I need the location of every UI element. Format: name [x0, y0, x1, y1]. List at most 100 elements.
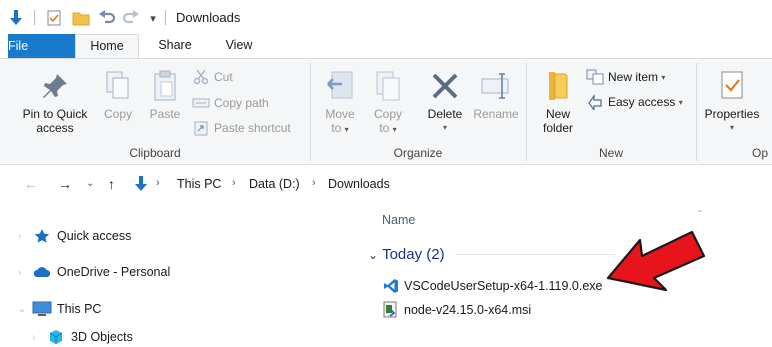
forward-arrow-icon[interactable]: → — [58, 176, 72, 192]
toolbar-separator — [34, 10, 35, 25]
ribbon: Pin to Quick access Copy Paste Cut Copy … — [0, 58, 772, 165]
new-item-button[interactable]: New item ▾ — [586, 69, 665, 85]
red-arrow-annotation — [606, 230, 706, 292]
window-title: Downloads — [176, 10, 241, 25]
expand-chevron-icon[interactable]: › — [18, 231, 32, 242]
group-collapse-icon[interactable]: ⌄ — [368, 248, 378, 262]
back-arrow-icon[interactable]: ← — [24, 176, 38, 192]
move-to-label-line1: Move — [325, 107, 355, 121]
cloud-icon — [32, 264, 52, 280]
copy-path-button[interactable]: Copy path — [192, 95, 269, 111]
easy-access-label: Easy access — [608, 95, 676, 109]
star-icon — [32, 228, 52, 244]
rename-button[interactable]: Rename — [470, 69, 522, 121]
address-bar: ← → ⌄ ↑ › This PC › Data (D:) › Download… — [0, 166, 772, 204]
move-to-caret-icon: ▾ — [344, 125, 349, 134]
new-folder-label-line1: New — [545, 107, 570, 121]
move-to-label-line2: to — [331, 121, 342, 135]
redo-icon[interactable] — [122, 9, 140, 27]
move-to-icon — [322, 69, 358, 103]
delete-label: Delete — [427, 107, 463, 121]
open-group-label: Op — [752, 146, 769, 160]
paste-label: Paste — [149, 107, 181, 121]
properties-icon — [714, 69, 750, 103]
new-item-caret-icon: ▾ — [661, 72, 666, 82]
up-arrow-icon[interactable]: ↑ — [108, 176, 115, 192]
breadcrumb-separator-icon[interactable]: › — [232, 177, 236, 189]
paste-icon — [147, 69, 183, 103]
file-name: VSCodeUserSetup-x64-1.119.0.exe — [404, 279, 603, 293]
tab-view[interactable]: View — [211, 34, 267, 58]
copy-path-icon — [192, 95, 210, 111]
nav-item-label: This PC — [57, 302, 102, 316]
collapse-chevron-icon[interactable]: ⌄ — [18, 304, 32, 315]
cut-button[interactable]: Cut — [192, 69, 233, 85]
breadcrumb-separator-icon[interactable]: › — [312, 177, 316, 189]
navigation-pane: › Quick access › OneDrive - Personal ⌄ T… — [0, 204, 360, 347]
paste-shortcut-button[interactable]: Paste shortcut — [192, 120, 291, 136]
breadcrumb-this-pc[interactable]: This PC — [177, 177, 221, 191]
pin-label-line1: Pin to Quick — [22, 107, 88, 121]
nav-item-onedrive[interactable]: › OneDrive - Personal — [18, 264, 170, 280]
downloads-location-icon — [134, 176, 148, 195]
pin-icon — [37, 69, 73, 103]
pin-to-quick-access-button[interactable]: Pin to Quick access — [14, 69, 96, 135]
move-to-button[interactable]: Move to ▾ — [318, 69, 362, 137]
breadcrumb-downloads[interactable]: Downloads — [328, 177, 390, 191]
delete-x-icon — [427, 69, 463, 103]
sort-caret-icon: ⌄ — [696, 204, 704, 214]
copy-to-label-line1: Copy — [373, 107, 402, 121]
nav-item-label: Quick access — [57, 229, 132, 243]
cut-label: Cut — [214, 70, 233, 84]
tab-home[interactable]: Home — [75, 34, 139, 59]
tab-share[interactable]: Share — [148, 34, 202, 58]
nav-item-label: OneDrive - Personal — [57, 265, 171, 279]
file-row[interactable]: VSCodeUserSetup-x64-1.119.0.exe — [382, 277, 603, 295]
scissors-icon — [192, 69, 210, 85]
nav-item-quick-access[interactable]: › Quick access — [18, 228, 131, 244]
customize-toolbar-icon[interactable]: ▾ — [147, 9, 159, 27]
organize-group-label: Organize — [393, 146, 443, 160]
breadcrumb-separator-icon[interactable]: › — [156, 177, 160, 189]
undo-icon[interactable] — [98, 9, 116, 27]
properties-caret-icon: ▾ — [729, 123, 734, 132]
file-name: node-v24.15.0-x64.msi — [404, 303, 532, 317]
copy-icon — [100, 69, 136, 103]
nav-item-this-pc[interactable]: ⌄ This PC — [18, 301, 101, 317]
properties-check-icon[interactable] — [46, 9, 62, 27]
nav-item-3d-objects[interactable]: › 3D Objects — [32, 329, 133, 345]
toolbar-separator — [165, 10, 166, 25]
group-header-label: Today (2) — [382, 246, 445, 263]
group-separator — [696, 63, 697, 161]
clipboard-group-label: Clipboard — [129, 146, 181, 160]
tab-file[interactable]: File — [8, 34, 75, 58]
properties-button[interactable]: Properties ▾ — [700, 69, 764, 135]
group-divider — [454, 254, 615, 255]
new-folder-button[interactable]: New folder — [534, 69, 582, 135]
folder-icon[interactable] — [72, 9, 90, 27]
easy-access-button[interactable]: Easy access ▾ — [586, 94, 683, 110]
copy-label: Copy — [103, 107, 132, 121]
rename-icon — [478, 69, 514, 103]
paste-shortcut-label: Paste shortcut — [214, 121, 291, 135]
title-bar: ▾ Downloads — [0, 0, 772, 34]
breadcrumb-data-d[interactable]: Data (D:) — [249, 177, 300, 191]
cube-3d-icon — [46, 329, 66, 345]
expand-chevron-icon[interactable]: › — [32, 332, 46, 343]
delete-caret-icon: ▾ — [442, 123, 447, 132]
expand-chevron-icon[interactable]: › — [18, 267, 32, 278]
copy-button[interactable]: Copy — [98, 69, 138, 121]
paste-shortcut-icon — [192, 120, 210, 136]
group-header-today[interactable]: ⌄ Today (2) — [368, 246, 615, 263]
copy-to-button[interactable]: Copy to ▾ — [366, 69, 410, 137]
computer-icon — [32, 301, 52, 317]
recent-locations-chevron-icon[interactable]: ⌄ — [86, 178, 94, 189]
paste-button[interactable]: Paste — [144, 69, 186, 121]
down-arrow-icon[interactable] — [8, 9, 24, 27]
file-row[interactable]: node-v24.15.0-x64.msi — [382, 301, 531, 319]
column-header-name[interactable]: Name — [382, 213, 415, 227]
new-group-label: New — [598, 146, 623, 160]
new-item-label: New item — [608, 70, 659, 84]
rename-label: Rename — [473, 107, 519, 121]
delete-button[interactable]: Delete ▾ — [424, 69, 466, 135]
